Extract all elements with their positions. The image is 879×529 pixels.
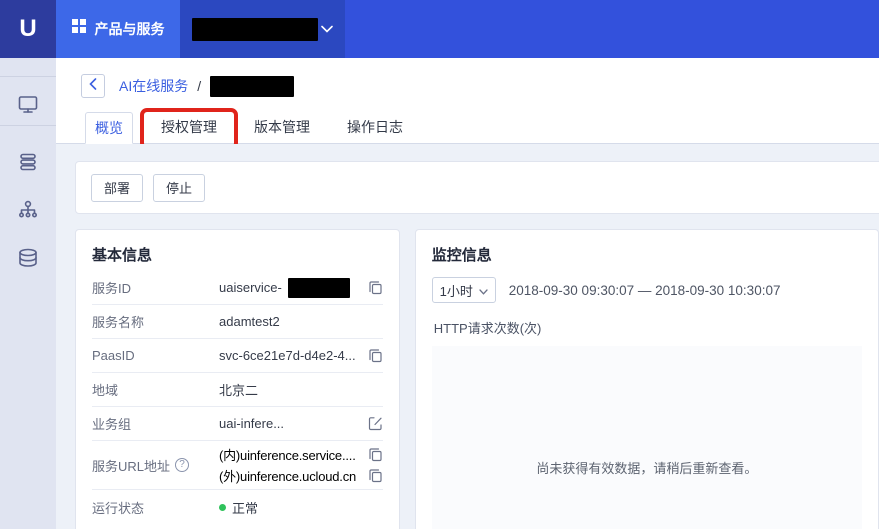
url-lines: (内)uinference.service.... (外)uinference. xyxy=(219,445,383,485)
action-toolbar: 部署 停止 xyxy=(75,161,879,214)
topbar: U 产品与服务 xyxy=(0,0,879,58)
info-label: 运行状态 xyxy=(92,500,145,516)
content-area: 部署 停止 基本信息 服务ID uaiservice- 服务名称 adamtes… xyxy=(56,144,879,529)
info-label: 业务组 xyxy=(92,417,132,432)
logo-letter: U xyxy=(19,15,37,42)
redacted-service-name xyxy=(210,75,295,97)
chart-empty-message: 尚未获得有效数据，请稍后重新查看。 xyxy=(536,460,758,476)
sidebar-divider xyxy=(0,76,56,77)
basic-info-title: 基本信息 xyxy=(92,247,153,264)
info-value: svc-6ce21e7d-d4e2-4... xyxy=(219,348,356,363)
metric-label: HTTP请求次数(次) xyxy=(433,321,542,336)
chevron-left-icon xyxy=(89,77,97,95)
url-line-external: (外)uinference.ucloud.cn xyxy=(219,466,383,485)
chevron-down-icon xyxy=(479,283,488,298)
tab-label: 版本管理 xyxy=(254,119,310,135)
info-label: 服务URL地址 ? xyxy=(92,456,219,475)
sidebar-item-hosts[interactable] xyxy=(16,150,40,174)
info-value: uaiservice- xyxy=(219,277,350,298)
tab-label: 授权管理 xyxy=(161,119,217,135)
redacted-project-name xyxy=(192,17,318,41)
tab-operation-log[interactable]: 操作日志 xyxy=(338,112,412,144)
stop-button[interactable]: 停止 xyxy=(153,173,206,202)
sitemap-icon xyxy=(16,198,40,222)
monitor-icon xyxy=(16,92,40,116)
products-menu-label: 产品与服务 xyxy=(94,21,165,37)
status-text: 正常 xyxy=(232,500,259,516)
info-value: uai-infere... xyxy=(219,416,285,431)
tab-bar: 概览 授权管理 版本管理 操作日志 xyxy=(85,108,431,150)
info-label: PaasID xyxy=(92,348,135,363)
sidebar-divider xyxy=(0,125,56,126)
page-header: AI在线服务 / 概览 授权管理 版本管理 操作日志 xyxy=(56,58,879,150)
info-label: 地域 xyxy=(92,383,119,398)
sidebar-item-console[interactable] xyxy=(16,92,40,116)
grid-icon xyxy=(71,19,87,39)
back-button[interactable] xyxy=(81,74,105,98)
monitor-card: 监控信息 1小时 2018-09-30 09:30:07 — 2018-09-3… xyxy=(414,229,879,529)
info-value: adamtest2 xyxy=(219,314,280,329)
info-value: 北京二 xyxy=(219,383,259,398)
info-label: 服务名称 xyxy=(92,315,145,330)
edit-icon[interactable] xyxy=(368,416,383,431)
products-menu-button[interactable]: 产品与服务 xyxy=(56,0,180,58)
stack-icon xyxy=(16,150,40,174)
tab-label: 概览 xyxy=(95,120,123,136)
info-row-service-url: 服务URL地址 ? (内)uinference.service.... (外)u… xyxy=(92,441,383,490)
info-row-service-id: 服务ID uaiservice- xyxy=(92,271,383,305)
cards-row: 基本信息 服务ID uaiservice- 服务名称 adamtest2 Paa… xyxy=(75,229,879,529)
chevron-down-icon xyxy=(321,20,333,38)
help-icon[interactable]: ? xyxy=(175,458,190,472)
time-range-label: 2018-09-30 09:30:07 — 2018-09-30 10:30:0… xyxy=(508,282,781,298)
info-label: 服务ID xyxy=(92,281,132,296)
status-value: 正常 xyxy=(219,498,258,517)
sidebar-item-database[interactable] xyxy=(16,246,40,270)
main-area: AI在线服务 / 概览 授权管理 版本管理 操作日志 部署 停止 基本信息 服务… xyxy=(56,58,879,529)
ucloud-logo[interactable]: U xyxy=(0,0,56,58)
tab-authorization[interactable]: 授权管理 xyxy=(140,108,238,150)
tab-overview[interactable]: 概览 xyxy=(85,112,133,144)
breadcrumb-parent-link[interactable]: AI在线服务 xyxy=(119,76,188,96)
database-icon xyxy=(16,246,40,270)
copy-icon[interactable] xyxy=(368,348,383,363)
basic-info-rows: 服务ID uaiservice- 服务名称 adamtest2 PaasID s… xyxy=(92,271,383,524)
status-dot xyxy=(219,503,226,511)
redacted-service-id xyxy=(287,277,350,298)
tab-versions[interactable]: 版本管理 xyxy=(245,112,319,144)
sidebar-item-network[interactable] xyxy=(16,198,40,222)
monitor-toolbar: 1小时 2018-09-30 09:30:07 — 2018-09-30 10:… xyxy=(431,277,862,303)
breadcrumb: AI在线服务 / xyxy=(81,74,295,98)
breadcrumb-separator: / xyxy=(197,78,202,94)
period-select-value: 1小时 xyxy=(439,283,473,299)
sidebar xyxy=(0,58,56,529)
info-row-business-group: 业务组 uai-infere... xyxy=(92,407,383,441)
chart-area: 尚未获得有效数据，请稍后重新查看。 xyxy=(431,346,862,529)
tab-label: 操作日志 xyxy=(347,119,403,135)
url-line-internal: (内)uinference.service.... xyxy=(219,445,383,464)
copy-icon[interactable] xyxy=(368,447,383,462)
info-row-service-name: 服务名称 adamtest2 xyxy=(92,305,383,339)
info-row-region: 地域 北京二 xyxy=(92,373,383,407)
info-row-status: 运行状态 正常 xyxy=(92,490,383,524)
monitor-title: 监控信息 xyxy=(431,247,492,264)
deploy-button[interactable]: 部署 xyxy=(91,173,144,202)
period-select[interactable]: 1小时 xyxy=(431,277,496,303)
copy-icon[interactable] xyxy=(368,468,383,483)
info-row-paas-id: PaasID svc-6ce21e7d-d4e2-4... xyxy=(92,339,383,373)
project-selector[interactable] xyxy=(180,0,345,58)
basic-info-card: 基本信息 服务ID uaiservice- 服务名称 adamtest2 Paa… xyxy=(75,229,400,529)
copy-icon[interactable] xyxy=(368,280,383,295)
